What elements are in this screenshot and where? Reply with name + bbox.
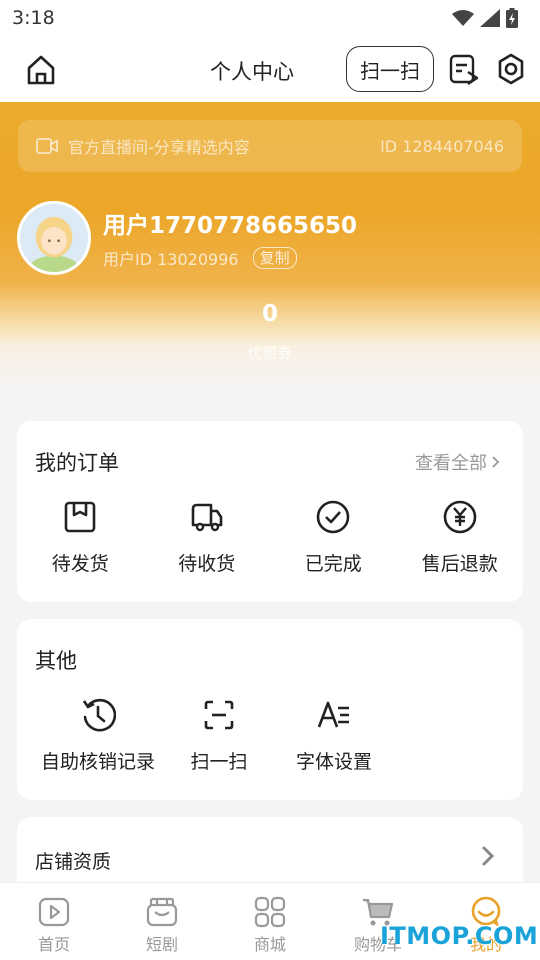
live-room-text: 官方直播间-分享精选内容 (68, 138, 250, 157)
grid-icon (254, 896, 286, 928)
tab-label: 短剧 (145, 935, 178, 954)
home-icon[interactable] (24, 53, 58, 87)
other-title: 其他 (35, 649, 77, 673)
play-icon (38, 897, 70, 927)
drama-icon (146, 897, 178, 927)
other-card: 其他 自助核销记录 扫一扫 字体设置 (17, 619, 523, 800)
redemption-history-item[interactable]: 自助核销记录 (17, 697, 179, 774)
tab-home[interactable]: 首页 (0, 883, 108, 960)
tab-drama[interactable]: 短剧 (108, 883, 216, 960)
order-completed[interactable]: 已完成 (270, 499, 397, 576)
order-item-label: 售后退款 (421, 553, 498, 575)
scan-icon (204, 700, 234, 730)
username: 用户1770778665650 (103, 213, 358, 239)
tab-mall[interactable]: 商城 (216, 883, 324, 960)
profile-header: 官方直播间-分享精选内容 ID 1284407046 用户17707786656… (0, 102, 540, 402)
wifi-icon (452, 10, 474, 26)
user-id-row: 用户ID 13020996 复制 (103, 246, 297, 270)
other-item-label: 自助核销记录 (40, 751, 155, 773)
live-room-id: ID 1284407046 (380, 136, 504, 156)
yuan-circle-icon (443, 500, 477, 534)
box-icon (64, 501, 96, 533)
chevron-right-icon (492, 456, 500, 468)
status-bar: 3:18 (0, 0, 540, 36)
order-item-label: 待发货 (51, 553, 109, 575)
other-item-label: 字体设置 (295, 751, 372, 773)
page-title: 个人中心 (210, 60, 294, 84)
other-item-label: 扫一扫 (190, 751, 248, 773)
copy-button[interactable]: 复制 (252, 247, 297, 269)
coupon-label[interactable]: 优惠券 (0, 342, 540, 363)
watermark: ITMOP.COM (380, 922, 539, 950)
view-all-orders-link[interactable]: 查看全部 (415, 449, 501, 475)
other-grid: 自助核销记录 扫一扫 字体设置 (17, 697, 523, 774)
user-id: 用户ID 13020996 (103, 250, 239, 269)
signal-icon (480, 9, 500, 27)
order-pending-shipment[interactable]: 待发货 (17, 499, 144, 576)
status-time: 3:18 (12, 7, 55, 29)
order-pending-receipt[interactable]: 待收货 (144, 499, 271, 576)
orders-title: 我的订单 (35, 451, 119, 475)
shop-qualification-label: 店铺资质 (35, 851, 112, 873)
order-item-label: 已完成 (304, 553, 362, 575)
coupon-count[interactable]: 0 (0, 301, 540, 327)
calendar-icon[interactable] (448, 52, 480, 86)
status-icons (452, 8, 518, 28)
orders-card: 我的订单 查看全部 待发货 待收货 已完成 售后退款 (17, 421, 523, 602)
avatar-image (20, 204, 88, 272)
check-circle-icon (316, 500, 350, 534)
order-item-label: 待收货 (178, 553, 236, 575)
scan-button[interactable]: 扫一扫 (346, 46, 434, 92)
font-settings-item[interactable]: 字体设置 (259, 697, 409, 774)
settings-icon[interactable] (494, 52, 528, 86)
battery-icon (506, 8, 518, 28)
order-refund[interactable]: 售后退款 (397, 499, 524, 576)
scan-item[interactable]: 扫一扫 (179, 697, 259, 774)
avatar[interactable] (17, 201, 91, 275)
top-bar: 个人中心 扫一扫 (0, 36, 540, 102)
live-room-bar[interactable]: 官方直播间-分享精选内容 ID 1284407046 (18, 120, 522, 172)
tab-label: 首页 (37, 935, 70, 954)
orders-grid: 待发货 待收货 已完成 售后退款 (17, 499, 523, 576)
tab-label: 商城 (253, 935, 286, 954)
font-icon (317, 701, 349, 728)
truck-icon (191, 503, 223, 532)
view-all-label: 查看全部 (415, 453, 487, 474)
history-icon (82, 698, 116, 732)
video-camera-icon (36, 138, 58, 154)
chevron-right-icon (482, 846, 495, 866)
